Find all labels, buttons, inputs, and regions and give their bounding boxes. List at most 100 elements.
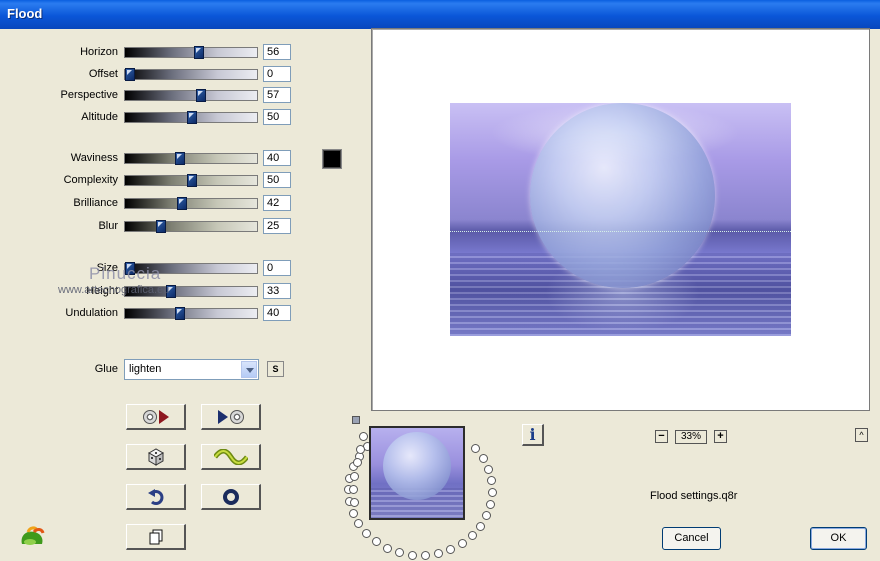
collapse-button[interactable]: ^ (855, 428, 868, 442)
value-field-blur[interactable]: 25 (263, 218, 291, 234)
glue-s-button[interactable]: S (267, 361, 284, 377)
randomize-button[interactable] (126, 444, 186, 470)
ring-dot (362, 529, 371, 538)
navigator-thumbnail[interactable] (369, 426, 465, 520)
value-field-altitude[interactable]: 50 (263, 109, 291, 125)
value-field-horizon[interactable]: 56 (263, 44, 291, 60)
ring-dot (488, 488, 497, 497)
glue-label: Glue (94, 363, 118, 375)
value-field-waviness[interactable]: 40 (263, 150, 291, 166)
color-swatch[interactable] (322, 149, 342, 169)
dice-icon (147, 447, 164, 466)
zoom-in-button[interactable]: + (714, 430, 727, 443)
ring-dot (353, 458, 362, 467)
ring-dot (408, 551, 417, 560)
slider-perspective[interactable] (124, 89, 258, 102)
navigator-handle[interactable] (352, 416, 360, 424)
slider-label-complexity: Complexity (63, 174, 118, 186)
slider-thumb[interactable] (175, 152, 185, 165)
watermark-url: www.artecnografica.eu (58, 284, 170, 296)
settings-filename: Flood settings.q8r (650, 490, 738, 502)
save-preset-button[interactable] (201, 404, 261, 430)
zoom-out-button[interactable]: − (655, 430, 668, 443)
arrow-right-icon (158, 409, 169, 424)
glue-select[interactable]: lighten (124, 359, 259, 380)
slider-thumb[interactable] (187, 111, 197, 124)
slider-label-brilliance: Brilliance (73, 197, 118, 209)
slider-thumb[interactable] (187, 174, 197, 187)
app-logo (21, 526, 45, 545)
slider-thumb[interactable] (175, 307, 185, 320)
slider-label-waviness: Waviness (70, 152, 118, 164)
ring-dot (484, 465, 493, 474)
wave-icon (213, 448, 248, 465)
ring-dot (349, 509, 358, 518)
reset-button[interactable] (126, 484, 186, 510)
value-field-height[interactable]: 33 (263, 283, 291, 299)
ring-dot (395, 548, 404, 557)
glue-select-value: lighten (129, 363, 162, 375)
load-preset-button[interactable] (126, 404, 186, 430)
value-field-brilliance[interactable]: 42 (263, 195, 291, 211)
slider-thumb[interactable] (194, 46, 204, 59)
slider-thumb[interactable] (125, 68, 135, 81)
ring-dot (359, 432, 368, 441)
horizon-guide-line[interactable] (450, 231, 791, 232)
ring-dot (471, 444, 480, 453)
ring-dot (446, 545, 455, 554)
slider-label-undulation: Undulation (65, 307, 118, 319)
ring-dot (486, 500, 495, 509)
slider-thumb[interactable] (156, 220, 166, 233)
ring-icon (222, 488, 239, 505)
ring-dot (350, 472, 359, 481)
slider-offset[interactable] (124, 68, 258, 81)
ring-dot (350, 498, 359, 507)
slider-blur[interactable] (124, 220, 258, 233)
ring-dot (476, 522, 485, 531)
ring-dot (487, 476, 496, 485)
copy-icon (149, 529, 162, 544)
slider-label-perspective: Perspective (60, 89, 118, 101)
slider-label-horizon: Horizon (80, 46, 118, 58)
slider-brilliance[interactable] (124, 197, 258, 210)
slider-complexity[interactable] (124, 174, 258, 187)
ring-dot (434, 549, 443, 558)
ring-dot (356, 445, 365, 454)
ok-button[interactable]: OK (810, 527, 867, 550)
ring-dot (482, 511, 491, 520)
slider-waviness[interactable] (124, 152, 258, 165)
cancel-button[interactable]: Cancel (662, 527, 721, 550)
slider-horizon[interactable] (124, 46, 258, 59)
preview-image[interactable] (450, 103, 791, 336)
ring-dot (372, 537, 381, 546)
window-title: Flood (7, 6, 43, 21)
disc-icon (142, 409, 157, 424)
value-field-offset[interactable]: 0 (263, 66, 291, 82)
glass-globe (530, 103, 715, 288)
value-field-complexity[interactable]: 50 (263, 172, 291, 188)
slider-thumb[interactable] (177, 197, 187, 210)
arrow-right-icon (217, 409, 228, 424)
slider-thumb[interactable] (196, 89, 206, 102)
slider-undulation[interactable] (124, 307, 258, 320)
value-field-undulation[interactable]: 40 (263, 305, 291, 321)
value-field-size[interactable]: 0 (263, 260, 291, 276)
slider-label-blur: Blur (98, 220, 118, 232)
dropdown-arrow-icon[interactable] (241, 361, 257, 378)
ring-dot (421, 551, 430, 560)
ring-dot (354, 519, 363, 528)
watermark-name: Pinuccia (89, 264, 162, 283)
slider-altitude[interactable] (124, 111, 258, 124)
circle-button[interactable] (201, 484, 261, 510)
title-bar: Flood (0, 0, 880, 29)
value-field-perspective[interactable]: 57 (263, 87, 291, 103)
ring-dot (458, 539, 467, 548)
slider-label-offset: Offset (88, 68, 118, 80)
ring-dot (479, 454, 488, 463)
ring-dot (349, 485, 358, 494)
ring-dot (468, 531, 477, 540)
slider-label-altitude: Altitude (81, 111, 118, 123)
wave-button[interactable] (201, 444, 261, 470)
copy-button[interactable] (126, 524, 186, 550)
info-button[interactable]: i (522, 424, 544, 446)
